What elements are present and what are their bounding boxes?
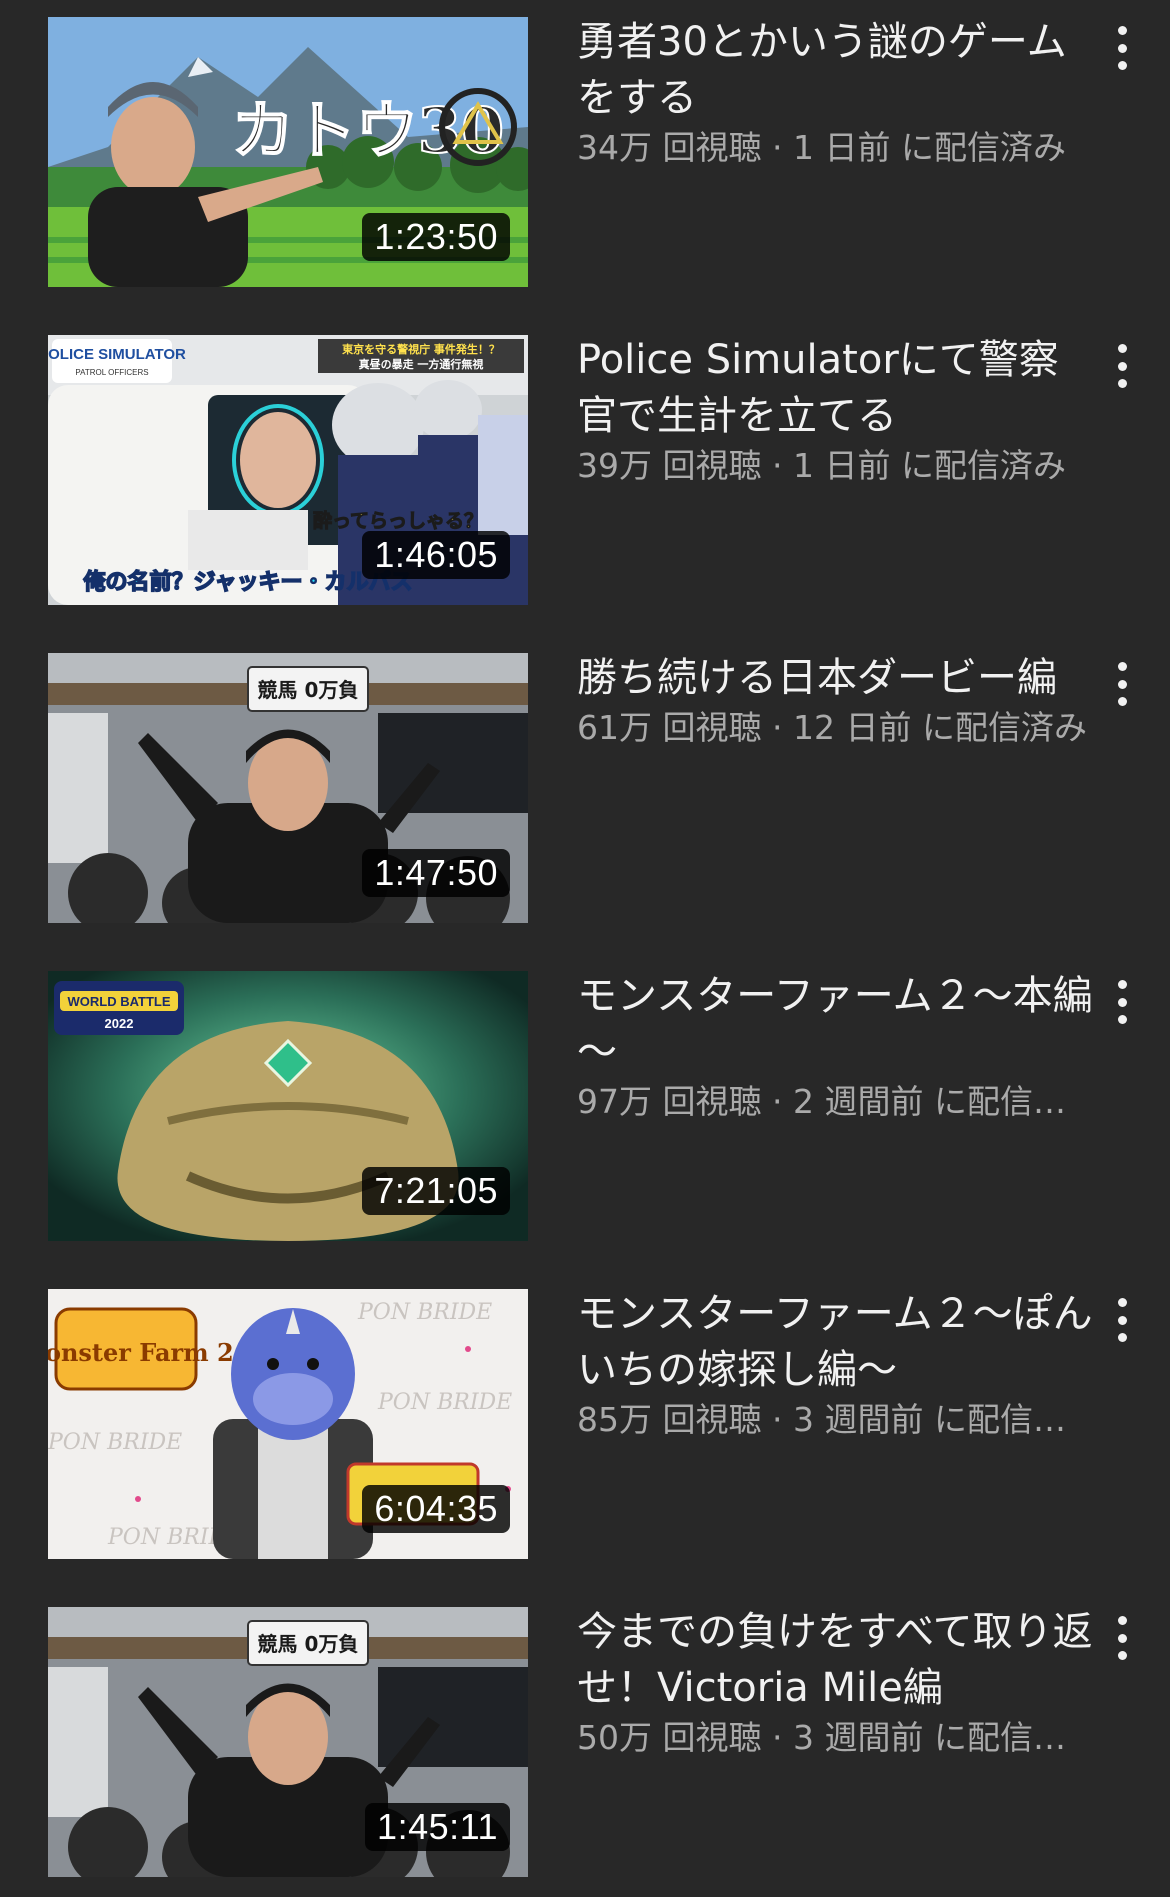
- video-thumbnail[interactable]: カトウ30 1:23:50: [48, 17, 528, 287]
- video-title[interactable]: モンスターファーム２～本編～: [577, 968, 1097, 1080]
- thumbnail-logo: POLICE SIMULATOR: [48, 346, 186, 363]
- svg-text:PON BRIDE: PON BRIDE: [48, 1430, 182, 1455]
- more-vert-icon[interactable]: [1100, 1616, 1144, 1660]
- video-thumbnail[interactable]: 競馬 0万負 1:47:50: [48, 653, 528, 923]
- video-title[interactable]: 今までの負けをすべて取り返せ！Victoria Mile編: [577, 1604, 1097, 1716]
- thumbnail-logo-sub: PATROL OFFICERS: [75, 368, 148, 377]
- thumbnail-text: 真昼の暴走 一方通行無視: [359, 357, 484, 371]
- video-title[interactable]: Police Simulatorにて警察官で生計を立てる: [577, 332, 1097, 444]
- video-stats: 61万 回視聴 · 12 日前 に配信済み: [577, 708, 1087, 747]
- more-vert-icon[interactable]: [1100, 1298, 1144, 1342]
- svg-text:PON BRIDE: PON BRIDE: [377, 1390, 512, 1415]
- video-meta[interactable]: 勇者30とかいう謎のゲームをする 34万 回視聴 · 1 日前 に配信済み: [577, 14, 1097, 170]
- video-item[interactable]: 競馬 0万負 1:47:50 勝ち続ける日本ダービー編 61万 回視聴 · 12…: [0, 636, 1170, 923]
- duration-badge: 1:45:11: [365, 1803, 510, 1851]
- thumbnail-sign: 競馬 0万負: [258, 1632, 359, 1656]
- thumbnail-logo: Monster Farm 2: [48, 1338, 234, 1367]
- video-meta[interactable]: Police Simulatorにて警察官で生計を立てる 39万 回視聴 · 1…: [577, 332, 1097, 488]
- video-item[interactable]: WORLD BATTLE 2022 7:21:05 モンスターファーム２～本編～…: [0, 954, 1170, 1241]
- thumbnail-text: 酔ってらっしゃる？: [313, 510, 483, 532]
- video-thumbnail[interactable]: POLICE SIMULATOR PATROL OFFICERS 東京を守る警視…: [48, 335, 528, 605]
- video-title[interactable]: モンスターファーム２～ぽんいちの嫁探し編～: [577, 1286, 1097, 1398]
- video-thumbnail[interactable]: PON BRIDE PON BRIDE PON BRIDE PON BRIDE …: [48, 1289, 528, 1559]
- thumbnail-text: 東京を守る警視庁 事件発生！？: [342, 342, 500, 356]
- video-item[interactable]: POLICE SIMULATOR PATROL OFFICERS 東京を守る警視…: [0, 318, 1170, 605]
- more-vert-icon[interactable]: [1100, 26, 1144, 70]
- duration-badge: 6:04:35: [362, 1485, 510, 1533]
- video-stats: 39万 回視聴 · 1 日前 に配信済み: [577, 446, 1066, 485]
- video-stats: 97万 回視聴 · 2 週間前 に配信…: [577, 1082, 1066, 1121]
- more-vert-icon[interactable]: [1100, 662, 1144, 706]
- video-thumbnail[interactable]: 競馬 0万負 1:45:11: [48, 1607, 528, 1877]
- more-vert-icon[interactable]: [1100, 980, 1144, 1024]
- video-stats: 50万 回視聴 · 3 週間前 に配信…: [577, 1718, 1066, 1757]
- video-meta[interactable]: モンスターファーム２～ぽんいちの嫁探し編～ 85万 回視聴 · 3 週間前 に配…: [577, 1286, 1097, 1442]
- duration-badge: 7:21:05: [362, 1167, 510, 1215]
- video-title[interactable]: 勝ち続ける日本ダービー編: [577, 650, 1097, 706]
- video-thumbnail[interactable]: WORLD BATTLE 2022 7:21:05: [48, 971, 528, 1241]
- thumbnail-sign: 競馬 0万負: [258, 678, 359, 702]
- thumbnail-badge: WORLD BATTLE: [67, 994, 170, 1009]
- thumbnail-badge-year: 2022: [105, 1016, 134, 1031]
- video-item[interactable]: カトウ30 1:23:50 勇者30とかいう謎のゲームをする 34万 回視聴 ·…: [0, 0, 1170, 287]
- video-stats: 85万 回視聴 · 3 週間前 に配信…: [577, 1400, 1066, 1439]
- duration-badge: 1:46:05: [362, 531, 510, 579]
- video-stats: 34万 回視聴 · 1 日前 に配信済み: [577, 128, 1066, 167]
- video-meta[interactable]: モンスターファーム２～本編～ 97万 回視聴 · 2 週間前 に配信…: [577, 968, 1097, 1124]
- video-meta[interactable]: 今までの負けをすべて取り返せ！Victoria Mile編 50万 回視聴 · …: [577, 1604, 1097, 1760]
- video-item[interactable]: PON BRIDE PON BRIDE PON BRIDE PON BRIDE …: [0, 1272, 1170, 1559]
- svg-text:PON BRIDE: PON BRIDE: [357, 1300, 492, 1325]
- video-meta[interactable]: 勝ち続ける日本ダービー編 61万 回視聴 · 12 日前 に配信済み: [577, 650, 1097, 750]
- video-item[interactable]: 競馬 0万負 1:45:11 今までの負けをすべて取り返せ！Victoria M…: [0, 1590, 1170, 1877]
- more-vert-icon[interactable]: [1100, 344, 1144, 388]
- duration-badge: 1:23:50: [362, 213, 510, 261]
- duration-badge: 1:47:50: [362, 849, 510, 897]
- video-title[interactable]: 勇者30とかいう謎のゲームをする: [577, 14, 1097, 126]
